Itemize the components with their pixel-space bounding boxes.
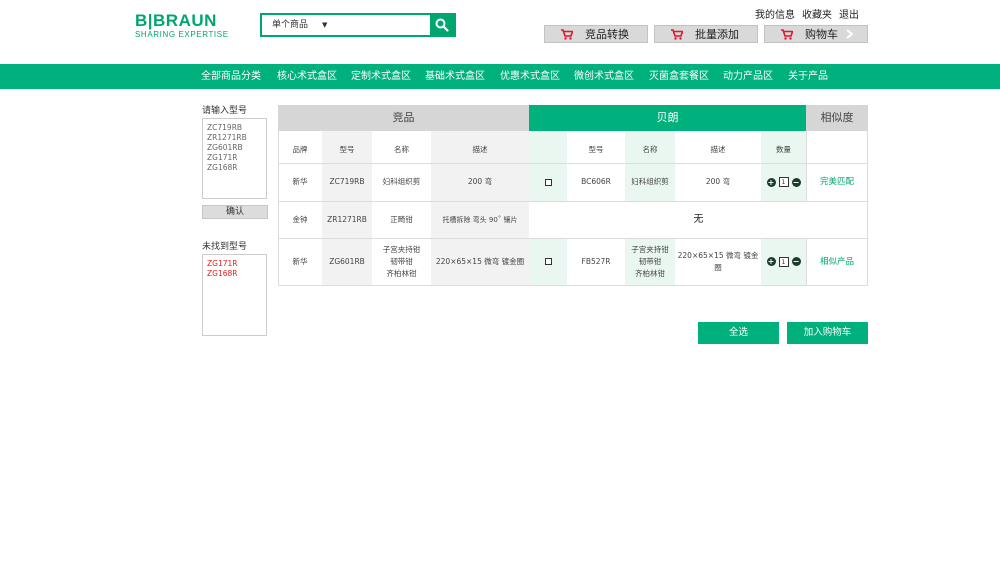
- plus-icon[interactable]: +: [766, 257, 776, 266]
- cart-icon: [561, 28, 573, 40]
- favorites-link[interactable]: 收藏夹: [802, 6, 832, 21]
- quantity-value[interactable]: 1: [778, 177, 789, 187]
- model-input-textarea[interactable]: ZC719RB ZR1271RB ZG601RB ZG171R ZG168R: [202, 118, 267, 199]
- search-button[interactable]: [430, 15, 454, 35]
- notfound-list: ZG171R ZG168R: [202, 254, 267, 336]
- braun-desc-cell: 200 弯: [705, 177, 731, 186]
- braun-logo[interactable]: B|BRAUN SHARING EXPERTISE: [135, 12, 245, 40]
- confirm-button[interactable]: 确认: [202, 205, 268, 219]
- batch-add-label: 批量添加: [695, 28, 739, 41]
- quantity-stepper: + 1 −: [766, 256, 801, 267]
- input-line: ZG168R: [207, 163, 238, 172]
- similarity-link[interactable]: 完美匹配: [820, 176, 854, 188]
- brand-cell: 新华: [292, 256, 308, 266]
- search-mode-value: 单个商品: [272, 20, 309, 30]
- minus-icon[interactable]: −: [791, 257, 801, 266]
- name-cell: 子宫夹持钳 韧带钳 齐柏林钳: [382, 244, 421, 278]
- input-line: ZG171R: [207, 153, 238, 162]
- main-nav: 全部商品分类 核心术式盒区 定制术式盒区 基础术式盒区 优惠术式盒区 微创术式盒…: [0, 64, 1000, 89]
- brand-cell: 金钟: [292, 214, 308, 224]
- braun-name-cell: 妇科组织剪: [631, 177, 669, 186]
- cart-button[interactable]: 购物车: [764, 25, 868, 43]
- logo-tagline: SHARING EXPERTISE: [135, 30, 229, 39]
- braun-model-cell: FB527R: [581, 256, 611, 266]
- row-checkbox[interactable]: [544, 178, 552, 186]
- search-bar[interactable]: 单个商品 ▼: [260, 13, 456, 37]
- quantity-stepper: + 1 −: [766, 177, 801, 187]
- cart-icon: [671, 28, 683, 40]
- compare-convert-label: 竞品转换: [585, 28, 629, 41]
- brand-cell: 新华: [292, 177, 308, 186]
- cart-icon: [781, 28, 793, 40]
- name-cell: 正畸钳: [390, 214, 413, 224]
- notfound-label: 未找到型号: [202, 242, 248, 252]
- plus-icon[interactable]: +: [766, 177, 776, 187]
- minus-icon[interactable]: −: [791, 177, 801, 187]
- compare-convert-button[interactable]: 竞品转换: [544, 25, 648, 43]
- batch-add-button[interactable]: 批量添加: [654, 25, 758, 43]
- header-similarity: 相似度: [806, 105, 868, 131]
- notfound-item: ZG171R: [207, 259, 238, 268]
- model-cell: ZC719RB: [329, 177, 365, 186]
- desc-cell: 220×65×15 微弯 镀金圈: [435, 256, 525, 266]
- search-icon: [435, 18, 449, 32]
- search-mode-select[interactable]: 单个商品 ▼: [262, 15, 430, 35]
- desc-cell: 200 弯: [467, 177, 493, 186]
- input-line: ZG601RB: [207, 143, 243, 152]
- nav-all-categories[interactable]: 全部商品分类: [201, 64, 261, 89]
- model-cell: ZR1271RB: [327, 214, 367, 224]
- logo-brand: B|BRAUN: [135, 11, 217, 30]
- braun-model-cell: BC606R: [581, 177, 611, 186]
- header-braun: 贝朗: [529, 105, 806, 131]
- nav-basic-box[interactable]: 基础术式盒区: [425, 64, 485, 89]
- input-line: ZR1271RB: [207, 133, 247, 142]
- model-cell: ZG601RB: [329, 256, 365, 266]
- no-match-cell: 无: [693, 213, 704, 225]
- chevron-right-icon: [846, 29, 854, 39]
- cart-label: 购物车: [805, 28, 838, 41]
- desc-cell: 托槽拆除 弯头 90˚ 镶片: [442, 215, 518, 224]
- braun-desc-cell: 220×65×15 微弯 镀金圈: [677, 250, 759, 272]
- nav-core-box[interactable]: 核心术式盒区: [277, 64, 337, 89]
- add-to-cart-button[interactable]: 加入购物车: [787, 322, 868, 344]
- top-links: 我的信息 收藏夹 退出: [755, 6, 859, 21]
- nav-power-products[interactable]: 动力产品区: [723, 64, 773, 89]
- caret-down-icon: ▼: [322, 21, 328, 29]
- nav-custom-box[interactable]: 定制术式盒区: [351, 64, 411, 89]
- similarity-link[interactable]: 相似产品: [820, 256, 854, 268]
- my-info-link[interactable]: 我的信息: [755, 6, 795, 21]
- name-cell: 妇科组织剪: [382, 177, 421, 186]
- nav-discount-box[interactable]: 优惠术式盒区: [500, 64, 560, 89]
- logout-link[interactable]: 退出: [839, 6, 859, 21]
- header-competitor: 竞品: [278, 105, 529, 131]
- nav-sterilization-box[interactable]: 灭菌盒套餐区: [649, 64, 709, 89]
- model-input-label: 请输入型号: [202, 106, 248, 116]
- braun-name-cell: 子宫夹持钳 韧带钳 齐柏林钳: [631, 244, 669, 278]
- quantity-value[interactable]: 1: [778, 256, 789, 267]
- notfound-item: ZG168R: [207, 269, 238, 278]
- nav-minimally-invasive-box[interactable]: 微创术式盒区: [574, 64, 634, 89]
- row-checkbox[interactable]: [544, 258, 552, 265]
- input-line: ZC719RB: [207, 123, 243, 132]
- select-all-button[interactable]: 全选: [698, 322, 779, 344]
- nav-about-products[interactable]: 关于产品: [788, 64, 828, 89]
